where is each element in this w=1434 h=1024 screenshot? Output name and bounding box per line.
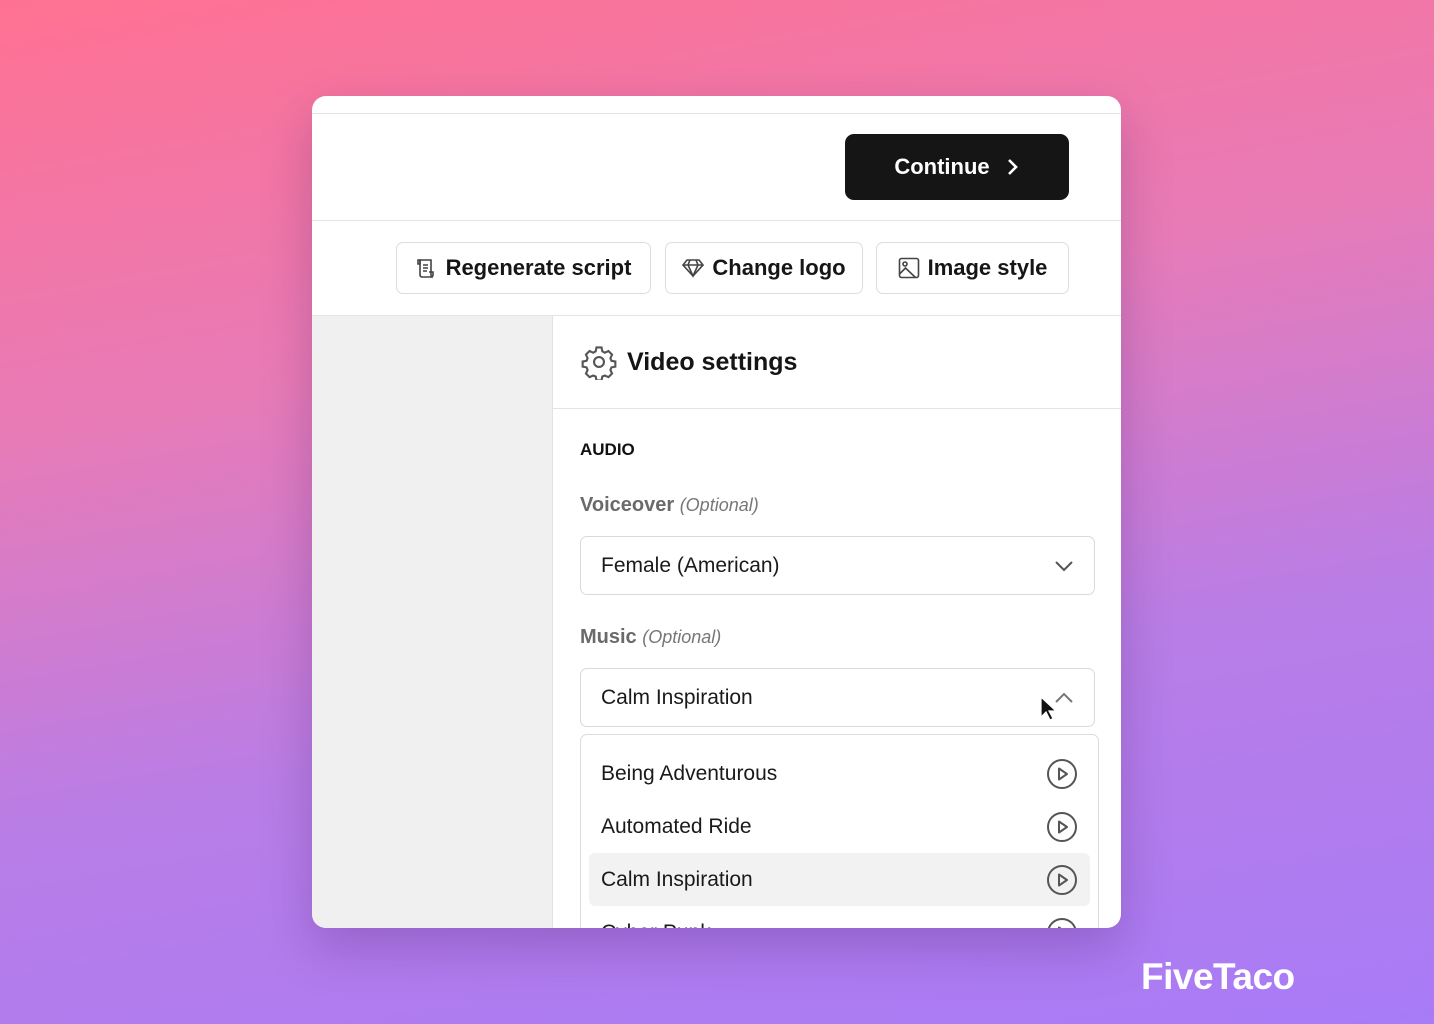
preview-panel [312,316,553,928]
video-editor-card: Continue Regenerate script Change logo I… [312,96,1121,928]
gear-icon [581,346,617,380]
regenerate-label: Regenerate script [445,255,632,280]
mouse-cursor-icon [1040,696,1058,721]
change-logo-button[interactable]: Change logo [665,242,863,294]
music-option-label: Cyber Punk [601,921,711,929]
voiceover-select[interactable]: Female (American) [580,536,1095,595]
music-option[interactable]: Cyber Punk [589,906,1090,928]
music-option[interactable]: Calm Inspiration [589,853,1090,906]
optional-hint: (Optional) [642,627,722,647]
audio-section-heading: AUDIO [580,440,635,459]
voiceover-value: Female (American) [601,553,780,577]
diamond-icon [682,259,705,278]
music-dropdown: Being Adventurous Automated Ride Calm Insp… [580,734,1099,928]
script-icon [416,259,434,278]
play-circle-icon[interactable] [1046,864,1078,896]
music-option-label: Calm Inspiration [601,867,753,891]
regenerate-script-button[interactable]: Regenerate script [396,242,651,294]
optional-hint: (Optional) [679,495,759,515]
chevron-down-icon [1055,560,1073,571]
voiceover-label: Voiceover (Optional) [580,494,759,517]
play-circle-icon[interactable] [1046,917,1078,929]
music-option[interactable]: Being Adventurous [589,747,1090,800]
music-label: Music (Optional) [580,626,721,649]
music-option-label: Automated Ride [601,814,752,838]
divider [553,408,1121,409]
music-label-text: Music [580,626,637,648]
settings-title: Video settings [627,347,798,376]
image-icon [898,257,919,279]
play-circle-icon[interactable] [1046,811,1078,843]
divider [312,220,1121,221]
music-select[interactable]: Calm Inspiration [580,668,1095,727]
music-value: Calm Inspiration [601,685,753,709]
change-logo-label: Change logo [712,255,846,280]
music-option-label: Being Adventurous [601,761,778,785]
music-option[interactable]: Automated Ride [589,800,1090,853]
continue-button[interactable]: Continue [845,134,1069,200]
play-circle-icon[interactable] [1046,758,1078,790]
video-settings-panel: Video settings AUDIO Voiceover (Optional… [553,316,1121,928]
divider [312,113,1121,114]
brand-logo: FiveTaco [1141,956,1295,997]
continue-label: Continue [894,154,990,179]
settings-header: Video settings [581,344,797,380]
image-style-label: Image style [927,255,1048,280]
voiceover-label-text: Voiceover [580,494,675,516]
chevron-right-icon [1007,159,1018,175]
image-style-button[interactable]: Image style [876,242,1069,294]
